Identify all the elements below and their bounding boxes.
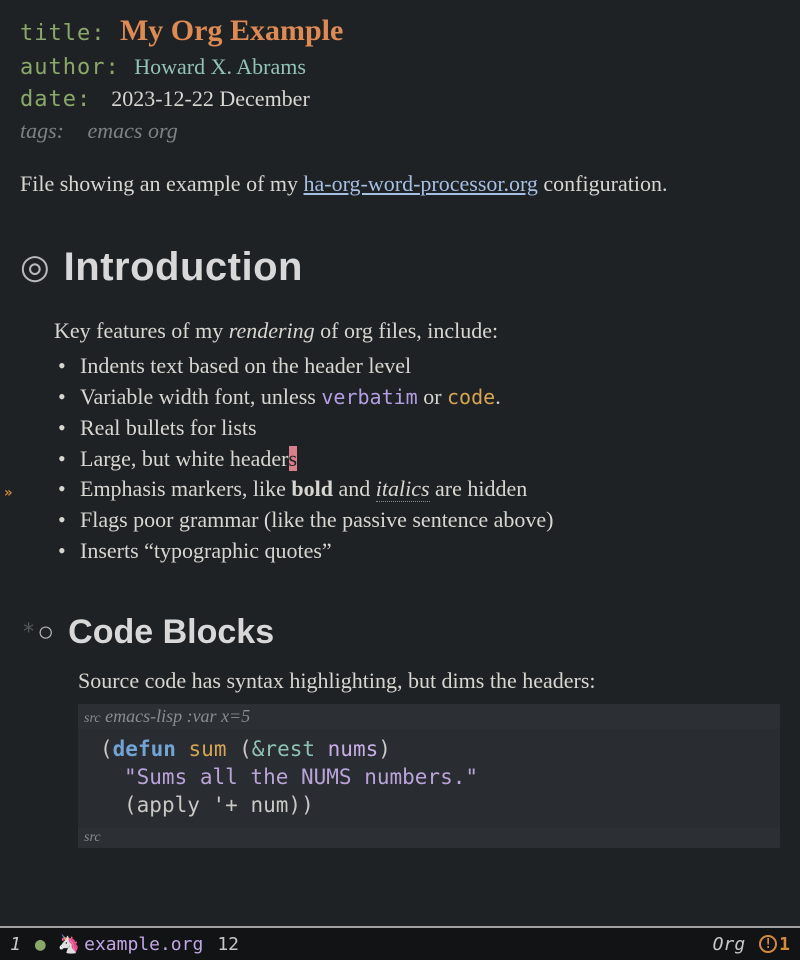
meta-key-date: date <box>20 87 77 112</box>
window-number: 1 <box>10 934 21 955</box>
heading-code-blocks-row[interactable]: * ○ Code Blocks <box>22 613 780 652</box>
heading-introduction: Introduction <box>64 245 303 290</box>
major-mode[interactable]: Org <box>713 934 746 955</box>
heading-bullet-icon: ◎ <box>20 247 50 287</box>
doc-tags: emacs org <box>88 118 178 143</box>
source-block-footer: src <box>78 828 780 848</box>
list-item: Indents text based on the header level <box>58 351 780 382</box>
source-block-header: src emacs-lisp :var x=5 <box>78 704 780 729</box>
list-item: Flags poor grammar (like the passive sen… <box>58 505 780 536</box>
doc-title: My Org Example <box>120 14 343 47</box>
intro-paragraph: File showing an example of my ha-org-wor… <box>20 170 780 199</box>
meta-tags-line: tags: emacs org <box>20 118 780 144</box>
source-line: "Sums all the NUMS numbers." <box>100 763 770 791</box>
meta-key-tags: tags: <box>20 118 64 143</box>
source-line: (apply '+ num)) <box>100 791 770 819</box>
source-block-body[interactable]: (defun sum (&rest nums) "Sums all the NU… <box>78 729 780 828</box>
fringe-indicator-icon: » <box>4 485 12 501</box>
flycheck-warning[interactable]: !1 <box>759 934 790 955</box>
meta-title-line: title: My Org Example <box>20 14 780 48</box>
source-line: (defun sum (&rest nums) <box>100 735 770 763</box>
features-lead: Key features of my rendering of org file… <box>54 316 780 346</box>
modified-indicator-icon: ● <box>35 934 46 955</box>
verbatim-text: verbatim <box>321 385 417 409</box>
collapsed-star-icon: * <box>22 620 35 645</box>
line-number: 12 <box>217 934 239 955</box>
warning-icon: ! <box>759 935 777 953</box>
list-item: Real bullets for lists <box>58 413 780 444</box>
meta-author-line: author: Howard X. Abrams <box>20 54 780 80</box>
list-item: Large, but white headers <box>58 444 780 475</box>
meta-key-author: author <box>20 55 105 80</box>
list-item: Emphasis markers, like bold and italics … <box>58 474 780 505</box>
code-text: code <box>447 385 495 409</box>
meta-date-line: date: 2023-12-22 December <box>20 86 780 112</box>
code-section-body: Source code has syntax highlighting, but… <box>78 666 780 696</box>
heading-introduction-row[interactable]: ◎ Introduction <box>20 245 780 290</box>
heading-bullet-icon: ○ <box>37 616 54 648</box>
modeline[interactable]: 1 ● 🦄 example.org 12 Org !1 <box>0 926 800 960</box>
code-intro-text: Source code has syntax highlighting, but… <box>78 666 780 696</box>
meta-key-title: title <box>20 21 91 46</box>
editor-buffer[interactable]: » title: My Org Example author: Howard X… <box>0 0 800 910</box>
emacs-logo-icon: 🦄 <box>58 934 80 955</box>
doc-author: Howard X. Abrams <box>134 54 306 79</box>
minibuffer[interactable] <box>0 910 800 926</box>
intro-body: Key features of my rendering of org file… <box>54 316 780 567</box>
source-block[interactable]: src emacs-lisp :var x=5 (defun sum (&res… <box>78 704 780 848</box>
buffer-filename[interactable]: example.org <box>84 934 203 955</box>
config-link[interactable]: ha-org-word-processor.org <box>304 171 538 196</box>
list-item: Inserts “typographic quotes” <box>58 536 780 567</box>
heading-code-blocks: Code Blocks <box>68 613 274 652</box>
doc-date: 2023-12-22 December <box>111 86 310 111</box>
features-list: Indents text based on the header level V… <box>54 351 780 567</box>
cursor: s <box>289 446 298 471</box>
list-item: Variable width font, unless verbatim or … <box>58 382 780 413</box>
